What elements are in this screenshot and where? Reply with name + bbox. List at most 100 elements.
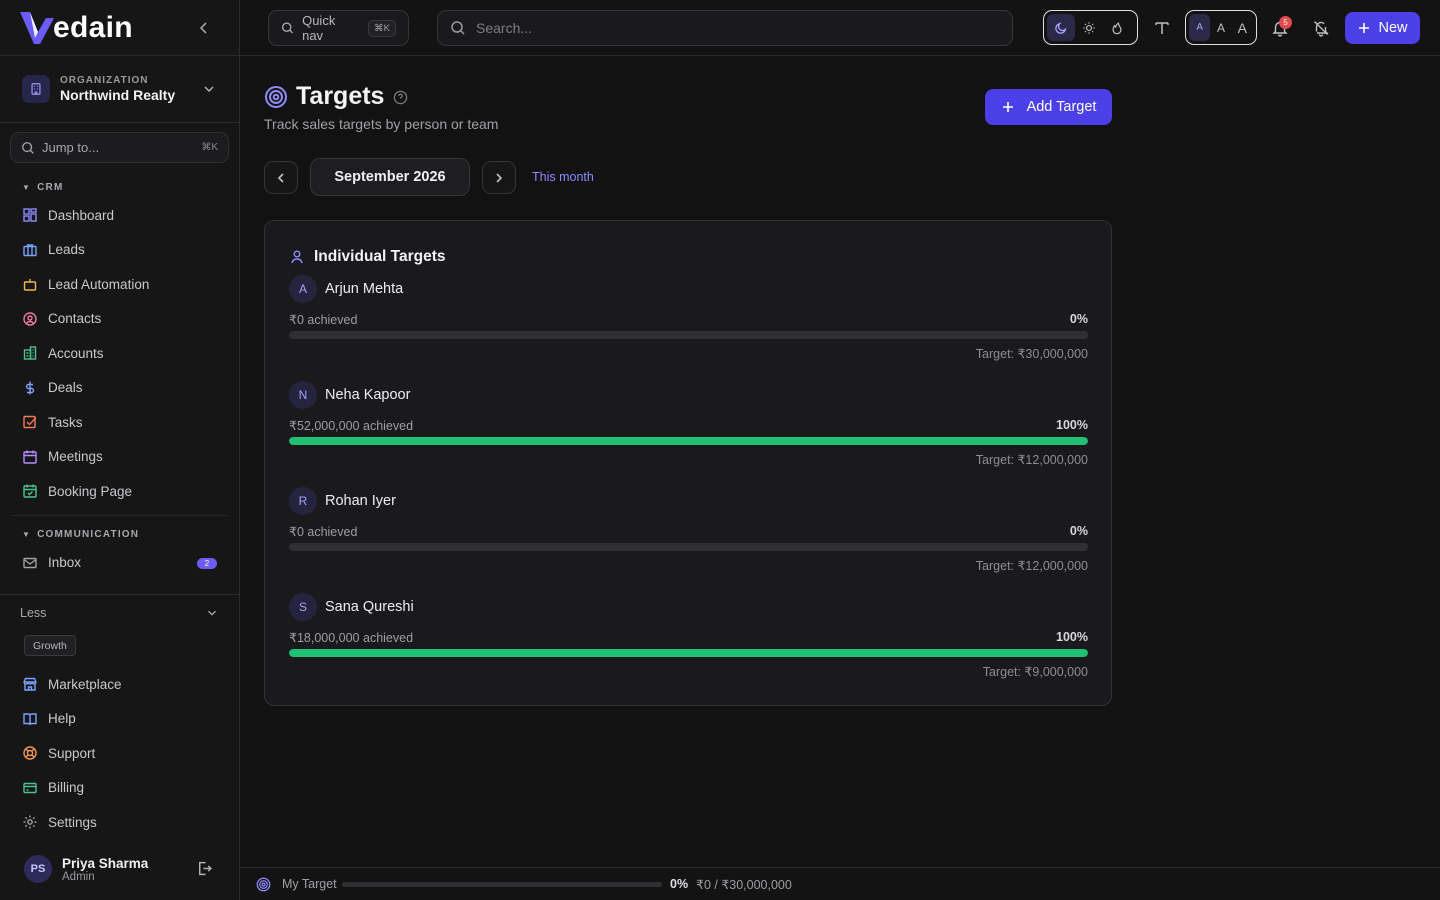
sidebar-item-deals[interactable]: Deals: [0, 371, 239, 406]
sidebar-item-leads[interactable]: Leads: [0, 233, 239, 268]
my-target-percent: 0%: [670, 877, 689, 891]
sidebar-item-label: Dashboard: [48, 207, 115, 223]
font-size-large[interactable]: A: [1232, 14, 1253, 41]
progress-bar-fill: [289, 437, 1088, 445]
sidebar-item-booking-page[interactable]: Booking Page: [0, 474, 239, 509]
less-toggle[interactable]: Less: [0, 594, 239, 630]
sidebar-item-label: Inbox: [48, 555, 82, 571]
sidebar-item-contacts[interactable]: Contacts: [0, 302, 239, 337]
target-row[interactable]: S Sana Qureshi ₹18,000,000 achieved 100% Tar…: [289, 593, 1088, 683]
this-month-link[interactable]: This month: [532, 170, 594, 184]
collapse-sidebar-icon[interactable]: [194, 18, 214, 38]
sidebar-item-help[interactable]: Help: [0, 702, 239, 737]
dashboard-icon: [23, 208, 37, 222]
logo-text: edain: [53, 10, 133, 44]
font-size-medium[interactable]: A: [1210, 14, 1231, 41]
store-icon: [23, 678, 37, 691]
org-switcher[interactable]: ORGANIZATION Northwind Realty: [0, 56, 239, 123]
sidebar-item-dashboard[interactable]: Dashboard: [0, 198, 239, 233]
next-month-button[interactable]: [482, 161, 516, 194]
new-button[interactable]: New: [1345, 12, 1420, 44]
progress-percent: 0%: [1069, 524, 1088, 538]
target-amount: Target: ₹12,000,000: [975, 559, 1088, 573]
person-name: Arjun Mehta: [325, 281, 404, 297]
gear-icon: [23, 815, 37, 829]
avatar: PS: [24, 855, 52, 883]
sidebar-item-label: Tasks: [48, 414, 83, 430]
user-role: Admin: [62, 870, 95, 883]
sidebar-item-label: Accounts: [48, 345, 104, 361]
user-profile[interactable]: PS Priya Sharma Admin: [0, 848, 239, 890]
sidebar-item-settings[interactable]: Settings: [0, 805, 239, 840]
briefcase-icon: [23, 244, 37, 256]
jump-shortcut: ⌘K: [201, 142, 218, 153]
sidebar-item-label: Settings: [48, 814, 97, 830]
achieved-amount: ₹52,000,000 achieved: [289, 419, 414, 433]
my-target-amount: ₹0 / ₹30,000,000: [696, 878, 792, 892]
sidebar-item-marketplace[interactable]: Marketplace: [0, 667, 239, 702]
target-icon: [265, 85, 287, 108]
sidebar-item-lead-automation[interactable]: Lead Automation: [0, 267, 239, 302]
dark-theme-button[interactable]: [1047, 14, 1075, 41]
jump-placeholder: Jump to...: [42, 140, 100, 155]
sidebar-item-billing[interactable]: Billing: [0, 771, 239, 806]
org-name: Northwind Realty: [60, 87, 176, 103]
moon-icon: [1055, 22, 1067, 34]
sidebar-item-meetings[interactable]: Meetings: [0, 440, 239, 475]
global-search: [437, 10, 1013, 46]
less-label: Less: [20, 605, 47, 620]
logout-icon[interactable]: [196, 860, 213, 877]
sidebar-item-support[interactable]: Support: [0, 736, 239, 771]
achieved-amount: ₹18,000,000 achieved: [289, 631, 414, 645]
target-amount: Target: ₹12,000,000: [975, 453, 1088, 467]
chevron-down-icon: [208, 610, 216, 616]
progress-bar: [289, 543, 1088, 551]
section-crm-label: CRM: [37, 181, 64, 193]
page-subtitle: Track sales targets by person or team: [264, 116, 499, 132]
org-label: ORGANIZATION: [60, 75, 149, 86]
add-target-button[interactable]: Add Target: [985, 89, 1112, 125]
card-header: Individual Targets: [289, 248, 446, 266]
section-crm[interactable]: ▼ CRM: [0, 176, 239, 198]
typography-icon[interactable]: [1153, 19, 1171, 37]
target-row[interactable]: R Rohan Iyer ₹0 achieved 0% Target: ₹12,000,…: [289, 487, 1088, 577]
app-logo[interactable]: edain: [18, 10, 133, 46]
jump-to-input[interactable]: Jump to... ⌘K: [10, 132, 229, 163]
target-row[interactable]: N Neha Kapoor ₹52,000,000 achieved 100% Targ…: [289, 381, 1088, 471]
sidebar-item-label: Lead Automation: [48, 276, 150, 292]
book-icon: [23, 713, 37, 725]
page-header: Targets: [264, 82, 408, 111]
user-name: Priya Sharma: [62, 855, 149, 871]
target-amount: Target: ₹9,000,000: [982, 665, 1088, 679]
search-icon: [451, 21, 465, 35]
bell-off-icon[interactable]: [1312, 19, 1330, 37]
progress-percent: 0%: [1069, 312, 1088, 326]
previous-month-button[interactable]: [264, 161, 298, 194]
target-row[interactable]: A Arjun Mehta ₹0 achieved 0% Target: ₹30,000…: [289, 275, 1088, 365]
target-icon: [256, 877, 271, 892]
month-navigator: September 2026 This month: [264, 158, 864, 196]
month-selector[interactable]: September 2026: [310, 158, 470, 196]
sidebar-item-tasks[interactable]: Tasks: [0, 405, 239, 440]
quick-nav-label: Quick nav: [302, 13, 336, 43]
warm-theme-button[interactable]: [1103, 14, 1131, 41]
sidebar-item-accounts[interactable]: Accounts: [0, 336, 239, 371]
top-bar: Quick nav ⌘K A A A 5 New: [240, 0, 1440, 56]
my-target-bar[interactable]: My Target 0% ₹0 / ₹30,000,000: [240, 867, 1440, 900]
sidebar-item-label: Deals: [48, 380, 83, 396]
avatar: N: [289, 381, 317, 409]
user-icon: [291, 250, 303, 264]
calendar-icon: [23, 450, 37, 464]
target-amount: Target: ₹30,000,000: [975, 347, 1088, 361]
help-circle-icon[interactable]: [393, 90, 408, 105]
card-title: Individual Targets: [314, 248, 446, 265]
light-theme-button[interactable]: [1075, 14, 1103, 41]
font-size-small[interactable]: A: [1189, 14, 1211, 41]
search-input[interactable]: [476, 20, 996, 36]
section-communication[interactable]: ▼ COMMUNICATION: [0, 524, 239, 546]
sidebar-item-inbox[interactable]: Inbox 2: [0, 546, 239, 581]
progress-bar: [289, 331, 1088, 339]
quick-nav-button[interactable]: Quick nav ⌘K: [268, 10, 409, 46]
person-name: Sana Qureshi: [325, 599, 414, 615]
section-communication-label: COMMUNICATION: [37, 529, 140, 540]
